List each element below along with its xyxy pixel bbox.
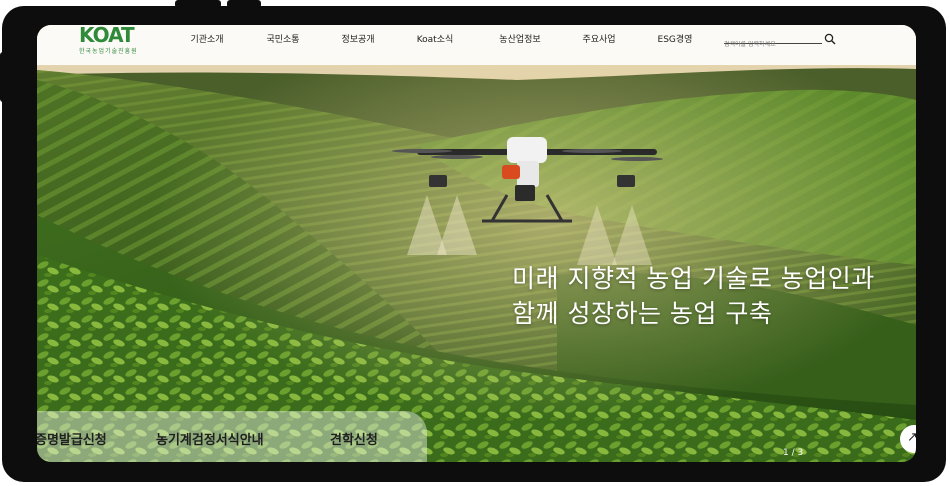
search-icon[interactable] (824, 30, 836, 45)
nav-item-about[interactable]: 기관소개 (190, 32, 223, 45)
logo-subtitle: 한국농업기술진흥원 (79, 48, 138, 55)
device-side-button (0, 52, 6, 102)
quick-link-certificate-request[interactable]: 증명발급신청 (37, 429, 107, 448)
hero-headline: 미래 지향적 농업 기술로 농업인과 함께 성장하는 농업 구축 (512, 261, 875, 331)
hero-image (37, 25, 916, 462)
nav-item-major-projects[interactable]: 주요사업 (582, 32, 615, 45)
hero-headline-line-2: 함께 성장하는 농업 구축 (512, 299, 773, 328)
search-box (724, 31, 836, 48)
nav-item-information-disclosure[interactable]: 정보공개 (341, 32, 374, 45)
website-screen: KOAT 한국농업기술진흥원 기관소개 국민소통 정보공개 Koat소식 농산업… (37, 25, 916, 462)
site-header: KOAT 한국농업기술진흥원 기관소개 국민소통 정보공개 Koat소식 농산업… (37, 25, 916, 65)
expand-icon: ↗ (907, 430, 916, 445)
nav-item-public-communication[interactable]: 국민소통 (266, 32, 299, 45)
device-top-button-left (175, 0, 221, 8)
hero-headline-line-1: 미래 지향적 농업 기술로 농업인과 (512, 264, 875, 293)
quick-link-tour-request[interactable]: 견학신청 (330, 429, 378, 448)
quick-links-bar: 증명발급신청 농기계검정서식안내 견학신청 (37, 411, 427, 462)
nav-item-koat-news[interactable]: Koat소식 (417, 32, 454, 45)
device-top-button-right (227, 0, 261, 8)
nav-item-esg[interactable]: ESG경영 (658, 32, 693, 45)
quick-link-machinery-inspection-forms[interactable]: 농기계검정서식안내 (156, 429, 264, 448)
nav-item-agri-industry-info[interactable]: 농산업정보 (499, 32, 540, 45)
slide-pager: 1 / 3 (783, 448, 804, 458)
main-nav: 기관소개 국민소통 정보공개 Koat소식 농산업정보 주요사업 ESG경영 (37, 32, 716, 46)
search-input[interactable] (724, 41, 808, 48)
